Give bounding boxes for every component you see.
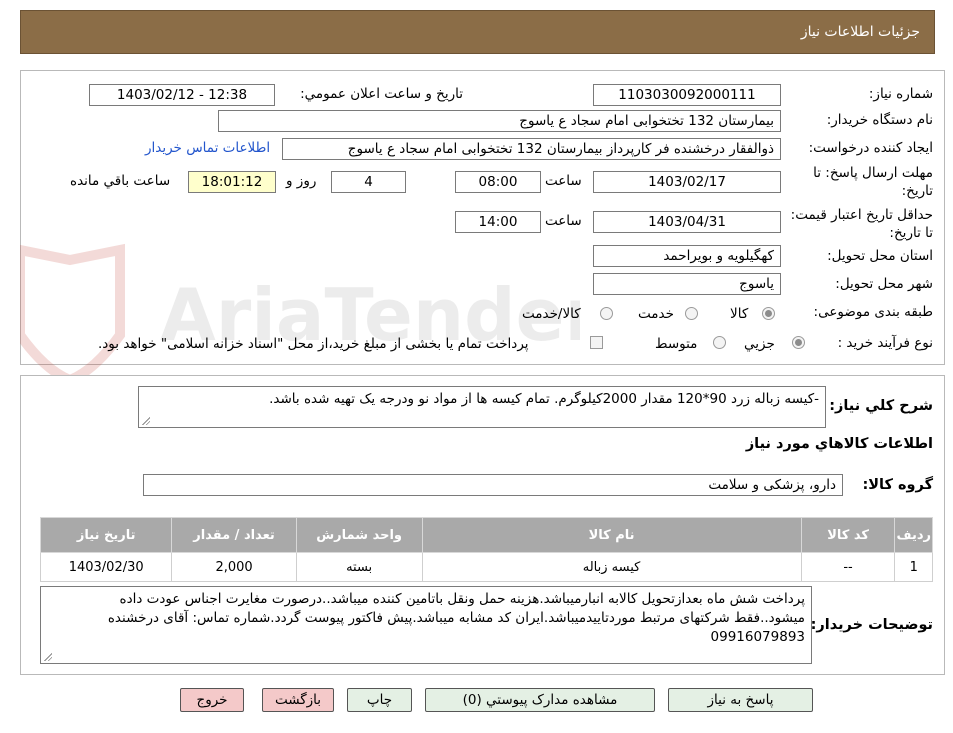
validity-date-field: 1403/04/31: [593, 211, 781, 233]
resize-grip-icon[interactable]: [43, 652, 52, 661]
city-field: یاسوج: [593, 273, 781, 295]
buyer-notes-label: توضيحات خريدار:: [810, 617, 933, 633]
buyer-notes-textarea[interactable]: پرداخت شش ماه بعدازتحویل کالابه انبارمیب…: [40, 586, 812, 664]
cell-quantity: 2,000: [171, 552, 297, 582]
goods-info-title: اطلاعات کالاهاي مورد نياز: [745, 436, 933, 452]
print-button[interactable]: چاپ: [347, 688, 412, 712]
cell-need-date: 1403/02/30: [39, 552, 173, 582]
process-option-medium: متوسط: [655, 336, 698, 352]
category-option-goods: کالا: [730, 306, 749, 322]
col-row-number: رديف: [894, 517, 933, 553]
city-label: شهر محل تحويل:: [835, 276, 933, 292]
process-radio-medium[interactable]: [713, 336, 726, 349]
cell-unit: بسته: [295, 552, 423, 582]
category-option-service: خدمت: [638, 306, 674, 322]
col-goods-code: کد کالا: [800, 517, 896, 553]
resize-grip-icon[interactable]: [141, 416, 150, 425]
treasury-checkbox[interactable]: [590, 336, 603, 349]
table-header-row: رديف کد کالا نام کالا واحد شمارش تعداد /…: [39, 517, 933, 553]
view-attachments-button[interactable]: مشاهده مدارک پيوستي (0): [425, 688, 655, 712]
col-quantity: تعداد / مقدار: [171, 517, 297, 553]
buyer-org-field: بیمارستان 132 تختخوابی امام سجاد ع یاسوج: [218, 110, 781, 132]
reply-button[interactable]: پاسخ به نياز: [668, 688, 813, 712]
days-label: روز و: [286, 173, 317, 189]
process-radio-minor[interactable]: [792, 336, 805, 349]
province-label: استان محل تحويل:: [827, 248, 933, 264]
price-validity-label: حداقل تاريخ اعتبار قيمت: تا تاريخ:: [790, 207, 933, 241]
announce-label: تاريخ و ساعت اعلان عمومي:: [300, 86, 463, 102]
validity-time-field: 14:00: [455, 211, 541, 233]
creator-field: ذوالفقار درخشنده فر کارپرداز بیمارستان 1…: [282, 138, 781, 160]
col-need-date: تاريخ نياز: [39, 517, 173, 553]
buyer-contact-link[interactable]: اطلاعات تماس خريدار: [145, 140, 270, 156]
page-title: جزئيات اطلاعات نياز: [800, 24, 920, 40]
reply-time-field: 08:00: [455, 171, 541, 193]
summary-text: -کیسه زباله زرد 90*120 مقدار 2000کیلوگرم…: [269, 391, 819, 407]
goods-table: رديف کد کالا نام کالا واحد شمارش تعداد /…: [39, 517, 933, 582]
category-option-goods-service: کالا/خدمت: [522, 306, 581, 322]
page-header: جزئيات اطلاعات نياز: [20, 10, 935, 54]
col-unit: واحد شمارش: [295, 517, 423, 553]
col-goods-name: نام کالا: [421, 517, 802, 553]
table-row: 1 -- کیسه زباله بسته 2,000 1403/02/30: [39, 552, 933, 582]
reply-time-label: ساعت: [545, 173, 582, 189]
buyer-notes-text: پرداخت شش ماه بعدازتحویل کالابه انبارمیب…: [107, 591, 805, 645]
creator-label: ايجاد کننده درخواست:: [808, 140, 933, 156]
category-radio-goods[interactable]: [762, 307, 775, 320]
validity-time-label: ساعت: [545, 213, 582, 229]
goods-group-label: گروه کالا:: [862, 477, 933, 493]
payment-note: پرداخت تمام یا بخشی از مبلغ خرید،از محل …: [98, 336, 529, 352]
category-radio-service[interactable]: [685, 307, 698, 320]
process-option-minor: جزيي: [744, 336, 775, 352]
days-remaining-field: 4: [331, 171, 406, 193]
need-number-label: شماره نياز:: [868, 86, 933, 102]
cell-row-number: 1: [894, 552, 933, 582]
exit-button[interactable]: خروج: [180, 688, 244, 712]
reply-deadline-label: مهلت ارسال پاسخ: تا تاريخ:: [813, 165, 933, 199]
summary-textarea[interactable]: -کیسه زباله زرد 90*120 مقدار 2000کیلوگرم…: [138, 386, 826, 428]
remaining-label: ساعت باقي مانده: [70, 173, 171, 189]
buyer-org-label: نام دستگاه خريدار:: [826, 112, 933, 128]
province-field: کهگیلویه و بویراحمد: [593, 245, 781, 267]
category-radio-goods-service[interactable]: [600, 307, 613, 320]
goods-group-field: دارو، پزشکی و سلامت: [143, 474, 843, 496]
need-number-field: 1103030092000111: [593, 84, 781, 106]
summary-label: شرح کلي نياز:: [829, 398, 933, 414]
remaining-time-field: 18:01:12: [188, 171, 276, 193]
announce-field: 1403/02/12 - 12:38: [89, 84, 275, 106]
reply-date-field: 1403/02/17: [593, 171, 781, 193]
back-button[interactable]: بازگشت: [262, 688, 334, 712]
cell-goods-code: --: [800, 552, 896, 582]
process-label: نوع فرآيند خريد :: [837, 335, 933, 351]
category-label: طبقه بندی موضوعی:: [813, 304, 933, 320]
cell-goods-name: کیسه زباله: [421, 552, 802, 582]
